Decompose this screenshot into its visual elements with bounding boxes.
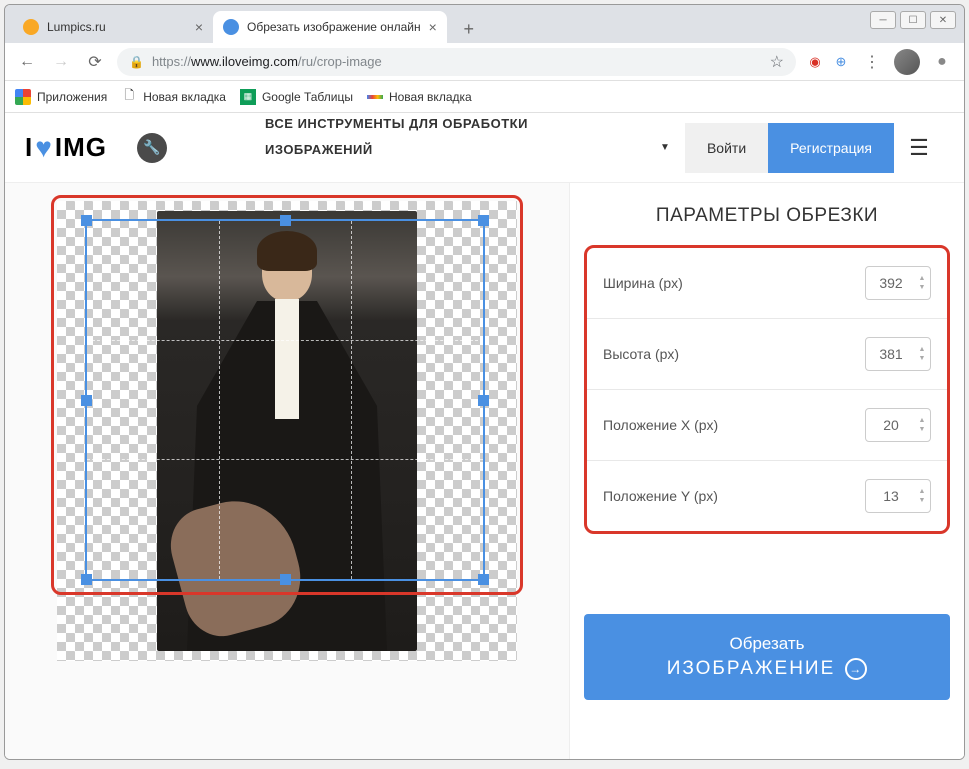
param-row-posy: Положение Y (px) ▲▼	[587, 461, 947, 531]
url-text: https://www.iloveimg.com/ru/crop-image	[152, 54, 382, 69]
url-input[interactable]: 🔒 https://www.iloveimg.com/ru/crop-image…	[117, 48, 796, 76]
logo-text: I	[25, 132, 33, 163]
register-button[interactable]: Регистрация	[768, 123, 894, 173]
maximize-button[interactable]: ☐	[900, 11, 926, 29]
page-content: I ♥ IMG 🔧 ВСЕ ИНСТРУМЕНТЫ ДЛЯ ОБРАБОТКИ …	[5, 113, 964, 759]
bookmark-new-tab-2[interactable]: Новая вкладка	[367, 90, 472, 104]
extension-icons: ◉ ⊕	[806, 53, 850, 71]
extension-icon[interactable]: ◉	[806, 53, 824, 71]
tab-title: Lumpics.ru	[47, 20, 106, 34]
panel-title: ПАРАМЕТРЫ ОБРЕЗКИ	[570, 183, 964, 245]
bookmark-label: Новая вкладка	[143, 90, 226, 104]
crop-image-button[interactable]: Обрезать ИЗОБРАЖЕНИЕ →	[584, 614, 950, 700]
crop-handle-mr[interactable]	[478, 395, 489, 406]
crop-handle-tr[interactable]	[478, 215, 489, 226]
crop-handle-bm[interactable]	[280, 574, 291, 585]
heart-icon: ♥	[35, 132, 53, 164]
login-button[interactable]: Войти	[685, 123, 768, 173]
main-layout: ПАРАМЕТРЫ ОБРЕЗКИ Ширина (px) ▲▼ Высота …	[5, 183, 964, 759]
apps-icon	[15, 89, 31, 105]
bookmark-star-icon[interactable]: ☆	[770, 52, 784, 72]
spinner-icon[interactable]: ▲▼	[916, 340, 928, 368]
crop-handle-tm[interactable]	[280, 215, 291, 226]
url-bar: ← → ⟳ 🔒 https://www.iloveimg.com/ru/crop…	[5, 43, 964, 81]
crop-handle-bl[interactable]	[81, 574, 92, 585]
menu-icon[interactable]: ⋮	[860, 50, 884, 74]
param-row-posx: Положение X (px) ▲▼	[587, 390, 947, 461]
reload-button[interactable]: ⟳	[83, 50, 107, 74]
logo-text: IMG	[55, 132, 107, 163]
bookmark-label: Новая вкладка	[389, 90, 472, 104]
spinner-icon[interactable]: ▲▼	[916, 482, 928, 510]
tab-close-icon[interactable]: ×	[195, 19, 203, 35]
param-label: Высота (px)	[603, 346, 679, 362]
favicon-icon	[23, 19, 39, 35]
spinner-icon[interactable]: ▲▼	[916, 411, 928, 439]
param-label: Положение X (px)	[603, 417, 718, 433]
image-preview-panel	[5, 183, 569, 759]
param-row-width: Ширина (px) ▲▼	[587, 248, 947, 319]
window-controls: ─ ☐ ✕	[870, 11, 956, 29]
forward-button[interactable]: →	[49, 50, 73, 74]
hamburger-menu-icon[interactable]: ☰	[894, 123, 944, 173]
param-label: Ширина (px)	[603, 275, 683, 291]
tab-close-icon[interactable]: ×	[429, 19, 437, 35]
bookmark-new-tab[interactable]: 🗋 Новая вкладка	[121, 89, 226, 105]
browser-window: ─ ☐ ✕ Lumpics.ru × Обрезать изображение …	[4, 4, 965, 760]
bookmark-label: Приложения	[37, 90, 107, 104]
crop-handle-tl[interactable]	[81, 215, 92, 226]
site-logo[interactable]: I ♥ IMG	[25, 132, 107, 164]
minimize-button[interactable]: ─	[870, 11, 896, 29]
spinner-icon[interactable]: ▲▼	[916, 269, 928, 297]
extension-icon[interactable]: ⊕	[832, 53, 850, 71]
tab-title: Обрезать изображение онлайн	[247, 20, 421, 34]
browser-tab-lumpics[interactable]: Lumpics.ru ×	[13, 11, 213, 43]
crop-selection[interactable]	[85, 219, 485, 581]
bookmark-label: Google Таблицы	[262, 90, 353, 104]
bookmarks-bar: Приложения 🗋 Новая вкладка ▦ Google Табл…	[5, 81, 964, 113]
page-icon: 🗋	[121, 89, 137, 105]
button-line1: Обрезать	[729, 634, 804, 654]
arrow-right-icon: →	[845, 658, 867, 680]
tools-dropdown-icon[interactable]: 🔧	[137, 133, 167, 163]
profile-avatar[interactable]	[894, 49, 920, 75]
favicon-icon	[223, 19, 239, 35]
bookmark-sheets[interactable]: ▦ Google Таблицы	[240, 89, 353, 105]
parameters-box: Ширина (px) ▲▼ Высота (px) ▲▼	[584, 245, 950, 534]
close-window-button[interactable]: ✕	[930, 11, 956, 29]
more-icon[interactable]: ●	[930, 50, 954, 74]
crop-handle-br[interactable]	[478, 574, 489, 585]
param-row-height: Высота (px) ▲▼	[587, 319, 947, 390]
new-tab-button[interactable]: +	[455, 15, 483, 43]
param-label: Положение Y (px)	[603, 488, 718, 504]
site-header: I ♥ IMG 🔧 ВСЕ ИНСТРУМЕНТЫ ДЛЯ ОБРАБОТКИ …	[5, 113, 964, 183]
image-canvas[interactable]	[57, 201, 517, 661]
crop-parameters-panel: ПАРАМЕТРЫ ОБРЕЗКИ Ширина (px) ▲▼ Высота …	[569, 183, 964, 759]
bookmark-apps[interactable]: Приложения	[15, 89, 107, 105]
page-icon	[367, 95, 383, 99]
lock-icon: 🔒	[129, 55, 144, 69]
caret-down-icon[interactable]: ▼	[645, 123, 685, 173]
browser-tab-iloveimg[interactable]: Обрезать изображение онлайн ×	[213, 11, 447, 43]
back-button[interactable]: ←	[15, 50, 39, 74]
header-actions: ▼ Войти Регистрация ☰	[645, 123, 944, 173]
tools-heading: ВСЕ ИНСТРУМЕНТЫ ДЛЯ ОБРАБОТКИ ИЗОБРАЖЕНИ…	[265, 113, 528, 163]
sheets-icon: ▦	[240, 89, 256, 105]
tab-bar: Lumpics.ru × Обрезать изображение онлайн…	[5, 5, 964, 43]
crop-handle-ml[interactable]	[81, 395, 92, 406]
button-line2: ИЗОБРАЖЕНИЕ →	[667, 658, 868, 680]
